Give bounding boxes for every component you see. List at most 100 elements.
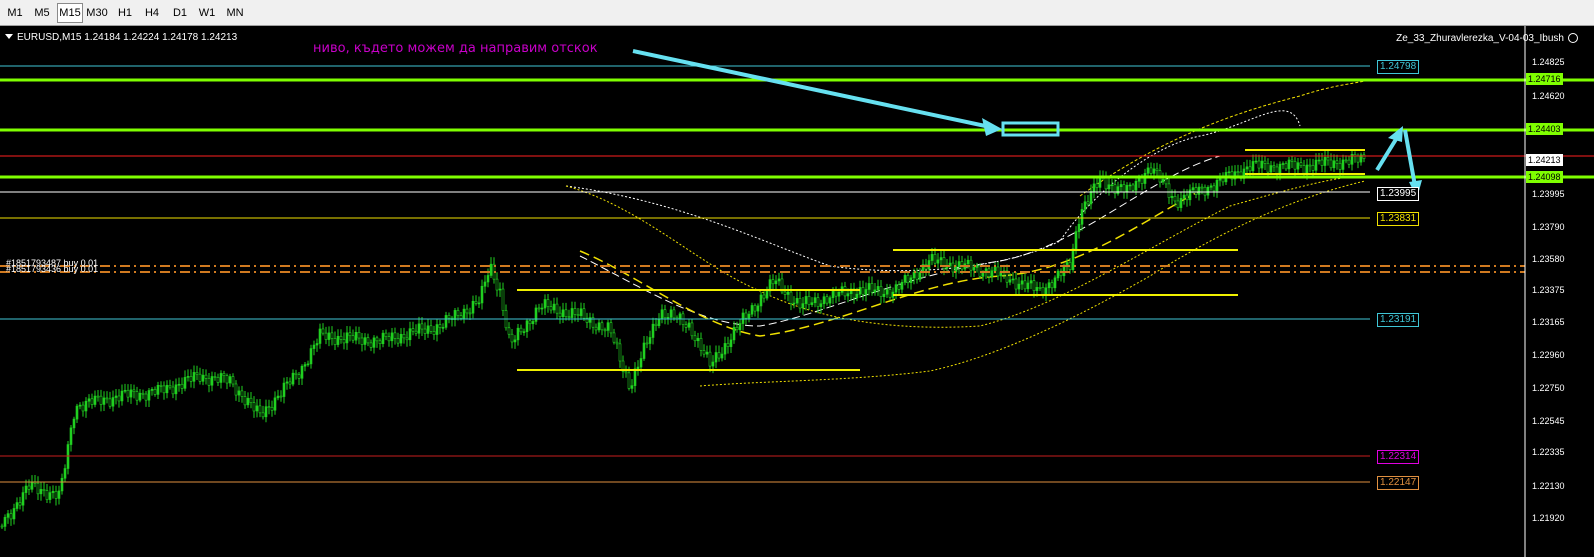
candle-body bbox=[18, 502, 22, 506]
candle-body bbox=[510, 333, 514, 343]
candle-body bbox=[357, 332, 361, 339]
candle-body bbox=[573, 308, 577, 315]
candle-body bbox=[228, 376, 232, 384]
timeframe-d1-button[interactable]: D1 bbox=[167, 3, 193, 23]
candle-body bbox=[462, 308, 466, 319]
candle-body bbox=[1020, 280, 1024, 285]
candle-body bbox=[930, 254, 934, 261]
candle-body bbox=[552, 303, 556, 311]
middle-band bbox=[565, 175, 1366, 328]
candle-body bbox=[192, 372, 196, 382]
candle-body bbox=[1200, 186, 1204, 189]
candle-body bbox=[1317, 159, 1321, 162]
candle-body bbox=[483, 281, 487, 287]
candle-body bbox=[1263, 160, 1267, 164]
candle-body bbox=[936, 259, 940, 264]
candle-body bbox=[546, 299, 550, 307]
candle-body bbox=[762, 294, 766, 299]
timeframe-m5-button[interactable]: M5 bbox=[29, 3, 55, 23]
candle-body bbox=[405, 337, 409, 341]
candle-body bbox=[30, 481, 34, 490]
candle-body bbox=[684, 324, 688, 328]
candle-body bbox=[72, 418, 76, 429]
candle-body bbox=[816, 297, 820, 307]
timeframe-w1-button[interactable]: W1 bbox=[194, 3, 220, 23]
annotation-text: ниво, където можем да направим отскок bbox=[313, 41, 598, 56]
candle-body bbox=[1260, 160, 1264, 169]
candle-body bbox=[6, 513, 10, 518]
candle-body bbox=[267, 406, 271, 408]
timeframe-m15-button[interactable]: M15 bbox=[57, 3, 83, 23]
candle-body bbox=[336, 335, 340, 345]
candle-body bbox=[303, 364, 307, 367]
timeframe-mn-button[interactable]: MN bbox=[222, 3, 248, 23]
timeframe-m1-button[interactable]: M1 bbox=[2, 3, 28, 23]
candle-body bbox=[603, 329, 607, 332]
timeframe-h4-button[interactable]: H4 bbox=[139, 3, 165, 23]
candle-body bbox=[1173, 196, 1177, 202]
candle-body bbox=[582, 308, 586, 319]
candle-body bbox=[576, 314, 580, 316]
candle-body bbox=[1017, 283, 1021, 290]
candle-body bbox=[846, 293, 850, 297]
candle-body bbox=[423, 328, 427, 334]
candle-body bbox=[246, 397, 250, 406]
candle-body bbox=[522, 331, 526, 333]
timeframe-m30-button[interactable]: M30 bbox=[84, 3, 110, 23]
timeframe-h1-button[interactable]: H1 bbox=[112, 3, 138, 23]
candle-body bbox=[516, 327, 520, 341]
candle-body bbox=[636, 366, 640, 370]
candle-body bbox=[630, 385, 634, 389]
candle-body bbox=[171, 386, 175, 395]
candle-body bbox=[48, 492, 52, 500]
candle-body bbox=[732, 326, 736, 341]
candle-body bbox=[687, 322, 691, 328]
candle-body bbox=[210, 376, 214, 386]
candle-body bbox=[894, 284, 898, 293]
candle-body bbox=[993, 266, 997, 272]
candle-body bbox=[255, 405, 259, 412]
candle-body bbox=[270, 407, 274, 411]
price-chart[interactable]: EURUSD,M15 1.24184 1.24224 1.24178 1.242… bbox=[0, 26, 1594, 557]
candle-body bbox=[414, 330, 418, 334]
price-tick: 1.22335 bbox=[1532, 447, 1565, 457]
candle-body bbox=[1284, 163, 1288, 170]
price-tick: 1.22750 bbox=[1532, 383, 1565, 393]
candle-body bbox=[69, 427, 73, 445]
candle-body bbox=[969, 259, 973, 271]
candle-body bbox=[678, 313, 682, 320]
candle-body bbox=[774, 280, 778, 285]
candle-body bbox=[1329, 159, 1333, 169]
candle-body bbox=[1035, 287, 1039, 291]
candle-body bbox=[213, 376, 217, 378]
candle-body bbox=[1254, 160, 1258, 163]
candle-body bbox=[639, 358, 643, 368]
candle-body bbox=[804, 296, 808, 304]
candle-body bbox=[129, 389, 133, 398]
price-flag: 1.24403 bbox=[1526, 123, 1563, 135]
candle-body bbox=[282, 382, 286, 397]
candle-body bbox=[909, 277, 913, 284]
candle-body bbox=[507, 327, 511, 335]
candle-body bbox=[393, 332, 397, 339]
candle-body bbox=[75, 405, 79, 420]
candle-body bbox=[1290, 159, 1294, 162]
candle-body bbox=[153, 389, 157, 395]
candle-body bbox=[87, 398, 91, 402]
candle-body bbox=[114, 395, 118, 398]
candle-body bbox=[54, 491, 58, 499]
candle-body bbox=[717, 352, 721, 359]
candle-body bbox=[486, 275, 490, 283]
candle-body bbox=[837, 291, 841, 297]
candle-body bbox=[777, 278, 781, 282]
candle-body bbox=[1071, 248, 1075, 270]
candle-body bbox=[258, 405, 262, 414]
candle-body bbox=[660, 309, 664, 320]
candle-body bbox=[477, 302, 481, 305]
candle-body bbox=[588, 317, 592, 323]
candle-body bbox=[756, 305, 760, 312]
price-flag: 1.24098 bbox=[1526, 171, 1563, 183]
collapse-triangle-icon[interactable] bbox=[5, 34, 13, 39]
price-tick: 1.22545 bbox=[1532, 416, 1565, 426]
candle-body bbox=[966, 259, 970, 265]
